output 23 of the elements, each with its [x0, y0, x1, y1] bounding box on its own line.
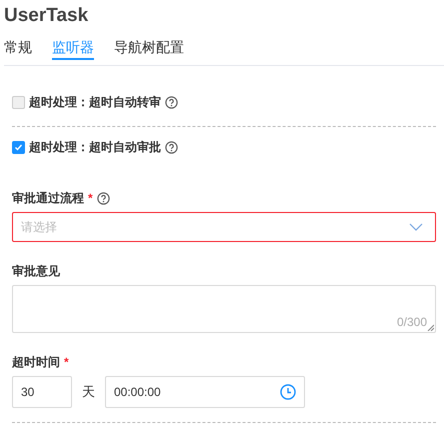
clock-icon — [280, 384, 296, 400]
character-counter: 0/300 — [396, 315, 427, 329]
required-mark: * — [88, 191, 93, 205]
field-label: 超时时间 — [12, 354, 60, 370]
page-title: UserTask — [4, 5, 90, 28]
help-icon[interactable] — [165, 140, 178, 154]
chevron-down-icon — [409, 223, 423, 231]
days-input[interactable]: 30 — [12, 376, 72, 408]
checkbox-label: 超时处理：超时自动转审 — [29, 94, 161, 110]
tab[interactable]: 常规 — [4, 35, 32, 60]
checkbox[interactable] — [12, 96, 25, 108]
checkmark-icon — [14, 142, 23, 152]
checkbox[interactable] — [12, 140, 25, 154]
unit-label: 天 — [82, 383, 95, 401]
checkbox-label: 超时处理：超时自动审批 — [29, 138, 161, 156]
resize-handle-icon[interactable] — [427, 324, 434, 331]
field-label: 审批意见 — [12, 262, 60, 280]
help-icon[interactable] — [96, 192, 110, 204]
field-label: 审批通过流程 — [12, 190, 84, 206]
help-icon[interactable] — [165, 96, 178, 108]
tab[interactable]: 导航树配置 — [114, 35, 184, 60]
time-picker[interactable]: 00:00:00 — [105, 376, 305, 408]
required-mark: * — [64, 355, 69, 369]
